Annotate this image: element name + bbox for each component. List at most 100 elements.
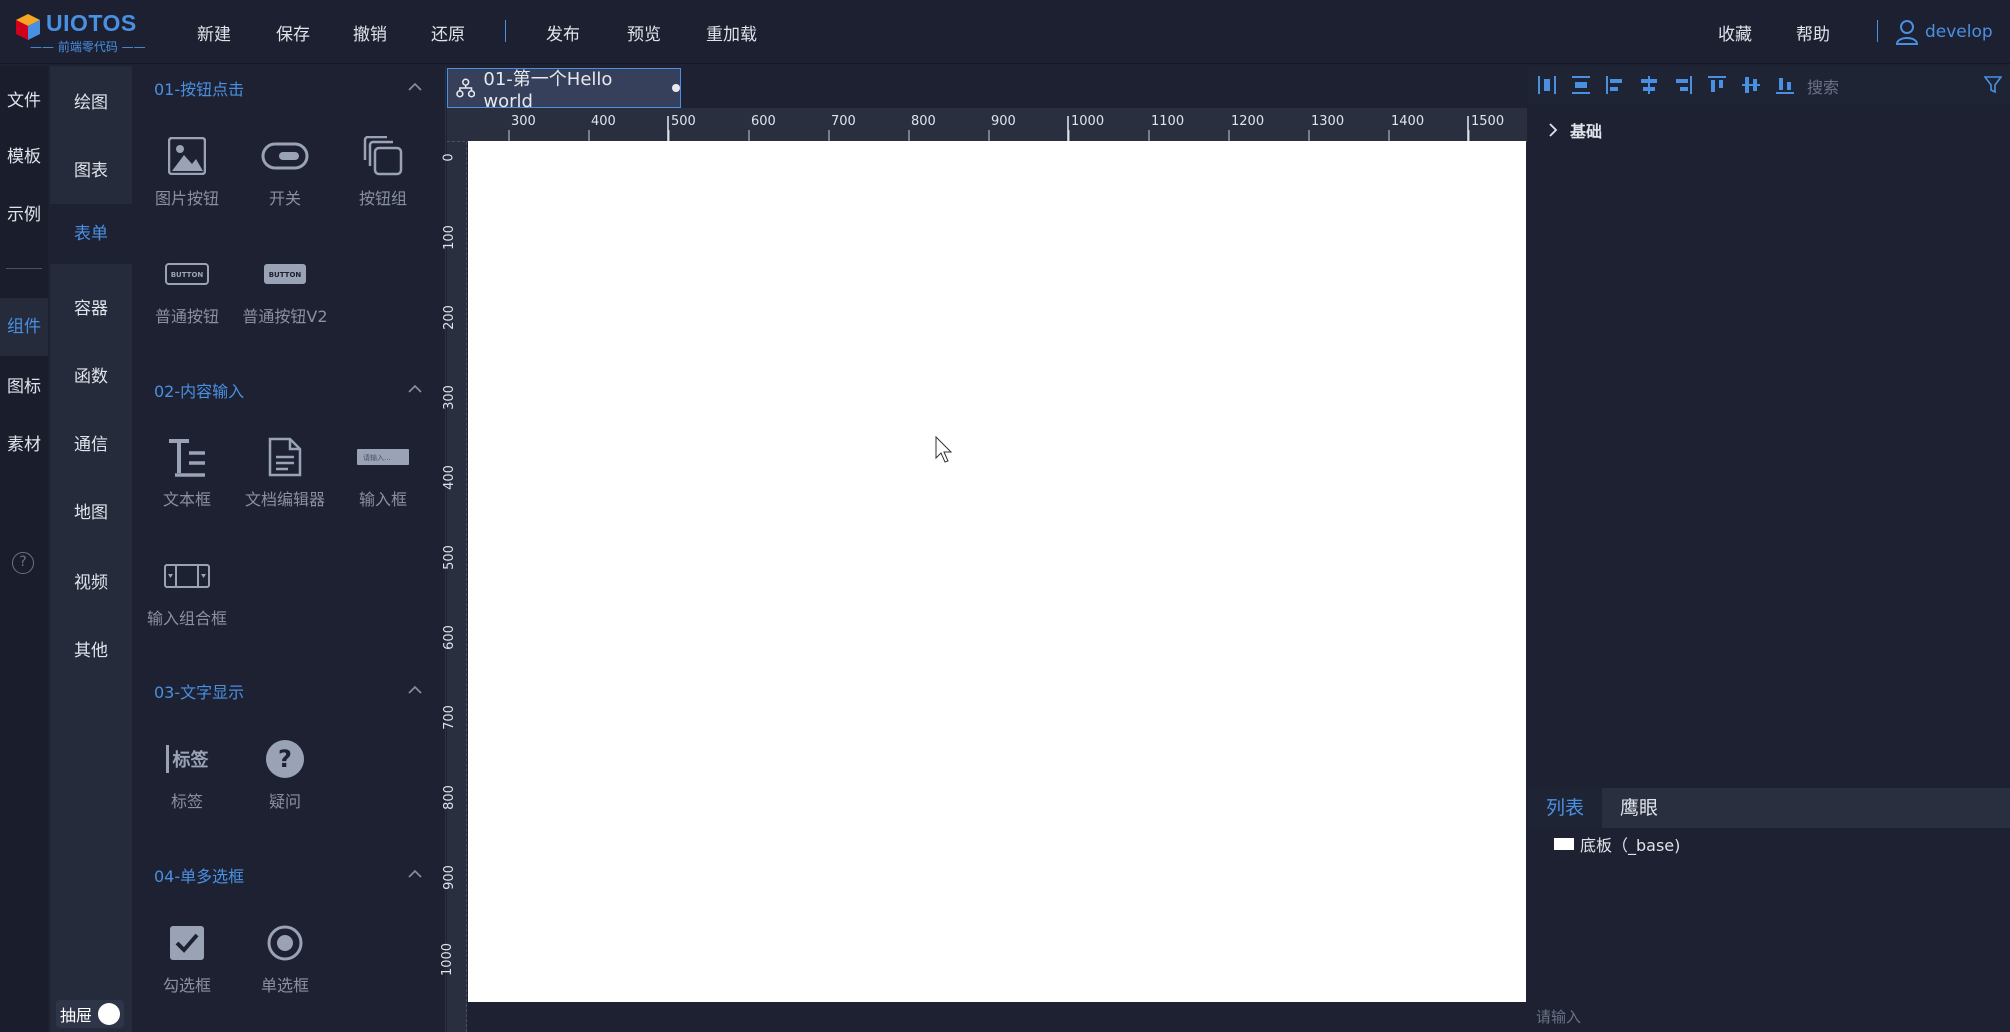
- distribute-vertical-icon[interactable]: [1570, 74, 1592, 96]
- filter-icon[interactable]: [1984, 76, 2002, 94]
- category-draw[interactable]: 绘图: [50, 88, 132, 113]
- chevron-up-icon[interactable]: [408, 82, 422, 92]
- primary-sidebar: 文件 模板 示例 组件 图标 素材 ?: [0, 66, 48, 1032]
- property-search-input[interactable]: 搜索: [1807, 74, 1839, 98]
- rail-example[interactable]: 示例: [0, 200, 48, 225]
- layer-swatch: [1554, 838, 1574, 850]
- group-title[interactable]: 04-单多选框: [154, 863, 244, 887]
- chevron-right-icon: [1549, 123, 1558, 137]
- category-function[interactable]: 函数: [50, 362, 132, 387]
- chevron-up-icon[interactable]: [408, 384, 422, 394]
- ruler-x-label: 900: [991, 114, 1016, 129]
- align-center-horizontal-icon[interactable]: [1638, 74, 1660, 96]
- component-image-button[interactable]: 图片按钮: [137, 131, 237, 209]
- component-label-widget[interactable]: 标签 标签: [137, 734, 237, 812]
- unsaved-dot: [672, 84, 680, 92]
- align-middle-icon[interactable]: [1740, 74, 1762, 96]
- menu-favorite[interactable]: 收藏: [1718, 20, 1752, 45]
- component-switch[interactable]: 开关: [235, 131, 335, 209]
- mouse-cursor-icon: [935, 436, 953, 463]
- menu-separator: [505, 20, 506, 42]
- component-question[interactable]: ? 疑问: [235, 734, 335, 812]
- chevron-up-icon[interactable]: [408, 869, 422, 879]
- ruler-x-label: 1100: [1151, 114, 1185, 129]
- network-icon: [456, 78, 476, 98]
- ruler-x-label: 500: [671, 114, 696, 129]
- layer-tree-item[interactable]: 底板（_base): [1554, 832, 1680, 856]
- ruler-x-label: 1300: [1311, 114, 1345, 129]
- tab-list[interactable]: 列表: [1528, 788, 1603, 828]
- menu-reload[interactable]: 重加载: [706, 20, 757, 45]
- menu-publish[interactable]: 发布: [546, 20, 580, 45]
- align-bottom-icon[interactable]: [1774, 74, 1796, 96]
- category-sidebar: 绘图 图表 表单 容器 函数 通信 地图 视频 其他: [50, 66, 132, 1032]
- rail-assets[interactable]: 素材: [0, 430, 48, 455]
- ruler-y-label: 900: [441, 865, 457, 890]
- rail-file[interactable]: 文件: [0, 86, 48, 111]
- chevron-up-icon[interactable]: [408, 685, 422, 695]
- menu-new[interactable]: 新建: [197, 20, 231, 45]
- bottom-input[interactable]: 请输入: [1536, 1006, 1581, 1027]
- group-title[interactable]: 01-按钮点击: [154, 76, 244, 100]
- component-input-combo[interactable]: 输入组合框: [137, 551, 237, 629]
- logo: UIOTOS —— 前端零代码 ——: [16, 10, 146, 54]
- category-map[interactable]: 地图: [50, 498, 132, 523]
- ruler-y-label: 1000: [440, 942, 456, 977]
- align-right-icon[interactable]: [1672, 74, 1694, 96]
- component-input[interactable]: 请输入... 输入框: [333, 432, 433, 510]
- ruler-y-label: 200: [441, 305, 457, 330]
- component-normal-button-v2[interactable]: BUTTON 普通按钮V2: [235, 249, 335, 327]
- switch-icon: [261, 142, 309, 170]
- ruler-y-label: 800: [441, 785, 457, 810]
- input-icon: 请输入...: [357, 449, 409, 465]
- category-form[interactable]: 表单: [50, 204, 132, 264]
- tab-eagle-eye[interactable]: 鹰眼: [1602, 788, 1676, 828]
- ruler-y-label: 100: [441, 225, 457, 250]
- component-doc-editor[interactable]: 文档编辑器: [235, 432, 335, 510]
- component-label: 输入框: [358, 490, 407, 509]
- ruler-vertical: 0 100 200 300 400 500 600 700 800 900 10…: [440, 142, 467, 1032]
- align-top-icon[interactable]: [1706, 74, 1728, 96]
- rail-icons[interactable]: 图标: [0, 372, 48, 397]
- drawer-toggle[interactable]: 抽屉: [56, 1000, 124, 1028]
- text-icon: [169, 439, 205, 477]
- ruler-x-label: 700: [831, 114, 856, 129]
- component-textbox[interactable]: 文本框: [137, 432, 237, 510]
- menu-save[interactable]: 保存: [276, 20, 310, 45]
- component-label: 开关: [268, 189, 301, 208]
- menu-preview[interactable]: 预览: [627, 20, 661, 45]
- ruler-y-label: 700: [441, 705, 457, 730]
- menu-redo[interactable]: 还原: [431, 20, 465, 45]
- component-panel: 01-按钮点击 图片按钮 开关 按钮组 BUTTON 普通按钮 BUTTON 普…: [132, 66, 446, 1032]
- align-left-icon[interactable]: [1604, 74, 1626, 96]
- ruler-y-label: 400: [441, 465, 457, 490]
- component-normal-button[interactable]: BUTTON 普通按钮: [137, 249, 237, 327]
- component-checkbox[interactable]: 勾选框: [137, 918, 237, 996]
- group-title[interactable]: 02-内容输入: [154, 378, 244, 402]
- rail-components[interactable]: 组件: [0, 298, 48, 356]
- section-basic[interactable]: 基础: [1548, 118, 1602, 142]
- menu-undo[interactable]: 撤销: [353, 20, 387, 45]
- question-icon: ?: [266, 740, 304, 778]
- tab-active-page[interactable]: 01-第一个Hello world: [447, 68, 681, 112]
- rail-template[interactable]: 模板: [0, 142, 48, 167]
- menu-help[interactable]: 帮助: [1796, 20, 1830, 45]
- category-container[interactable]: 容器: [50, 294, 132, 319]
- component-label: 普通按钮V2: [242, 307, 328, 326]
- category-other[interactable]: 其他: [50, 636, 132, 661]
- help-icon[interactable]: ?: [12, 552, 34, 574]
- component-button-group[interactable]: 按钮组: [333, 131, 433, 209]
- user-icon: [1895, 20, 1919, 45]
- category-chart[interactable]: 图表: [50, 156, 132, 181]
- user-menu[interactable]: develop: [1895, 18, 1993, 46]
- group-title[interactable]: 03-文字显示: [154, 679, 244, 703]
- align-toolbar: 搜索: [1528, 66, 2010, 104]
- component-radio[interactable]: 单选框: [235, 918, 335, 996]
- distribute-horizontal-icon[interactable]: [1536, 74, 1558, 96]
- category-video[interactable]: 视频: [50, 568, 132, 593]
- layer-tabs: 列表 鹰眼: [1528, 788, 2010, 828]
- layer-name: 底板（_base): [1580, 836, 1681, 855]
- design-canvas[interactable]: [468, 141, 1526, 1002]
- ruler-x-label: 1400: [1391, 114, 1425, 129]
- category-comm[interactable]: 通信: [50, 430, 132, 455]
